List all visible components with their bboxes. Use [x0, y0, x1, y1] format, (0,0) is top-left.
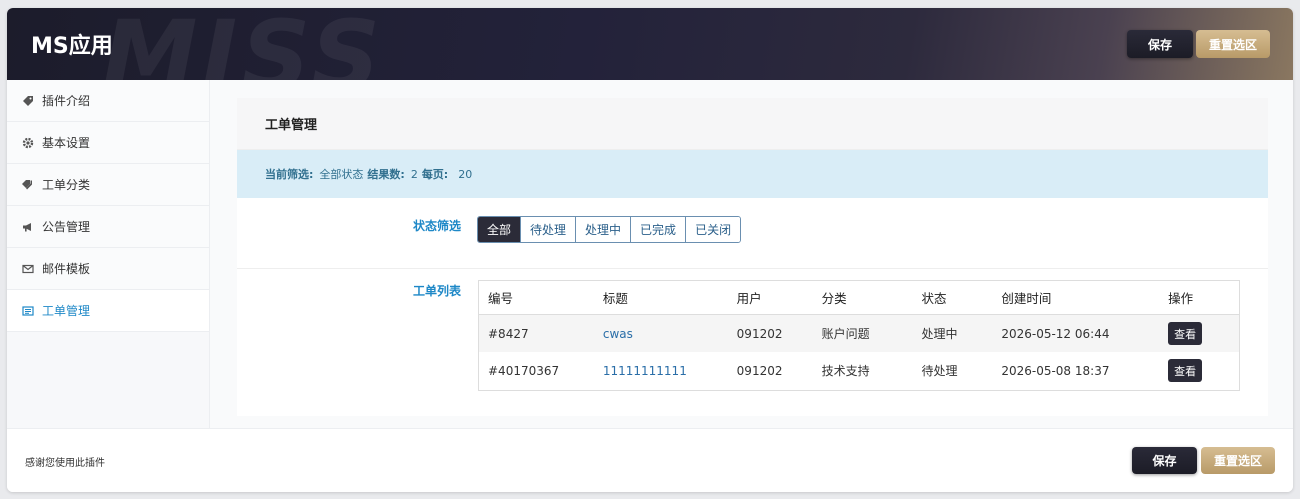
header-save-button[interactable]: 保存 [1127, 30, 1193, 58]
ticket-created: 2026-05-12 06:44 [1001, 326, 1110, 341]
ticket-id: #8427 [488, 326, 529, 341]
column-header-actions: 操作 [1168, 291, 1194, 306]
ticket-title-link[interactable]: 11111111111 [594, 364, 728, 378]
result-count-label: 结果数: [367, 168, 405, 181]
status-filter-pending[interactable]: 待处理 [520, 217, 576, 242]
site-watermark: 92ea.cc [1203, 473, 1266, 491]
app-window: MISS MS应用 保存 重置选区 插件介绍 基本设置 工单分类 公告管理 邮件… [7, 8, 1293, 492]
column-header-category: 分类 [821, 291, 847, 306]
ticket-list-label: 工单列表 [413, 284, 462, 298]
envelope-icon [22, 263, 34, 275]
sidebar-item-announcements[interactable]: 公告管理 [7, 206, 209, 248]
column-header-title: 标题 [602, 291, 628, 306]
ticket-actions: 查看 [1159, 322, 1239, 345]
sidebar-item-ticket-categories[interactable]: 工单分类 [7, 164, 209, 206]
header-background-word: MISS [102, 8, 385, 80]
status-filter-in-progress[interactable]: 处理中 [575, 217, 631, 242]
ticket-status: 处理中 [921, 327, 958, 341]
main-content: 工单管理 当前筛选: 全部状态 结果数: 2 每页: 20 状态筛选 全部 待处… [210, 80, 1293, 428]
result-count-value: 2 [410, 167, 418, 181]
panel-title: 工单管理 [237, 98, 1268, 150]
ticket-management-panel: 工单管理 当前筛选: 全部状态 结果数: 2 每页: 20 状态筛选 全部 待处… [237, 98, 1268, 416]
view-ticket-button[interactable]: 查看 [1168, 359, 1203, 382]
ticket-title-link[interactable]: cwas [594, 327, 728, 341]
status-filter-completed[interactable]: 已完成 [630, 217, 686, 242]
ticket-table: 编号 标题 用户 分类 状态 创建时间 操作 #8427 cwas 091202… [478, 280, 1240, 391]
filter-info-bar: 当前筛选: 全部状态 结果数: 2 每页: 20 [237, 150, 1268, 198]
column-header-status: 状态 [921, 291, 947, 306]
current-filter-label: 当前筛选: [265, 168, 314, 181]
per-page-label: 每页: [421, 168, 449, 181]
column-header-id: 编号 [488, 291, 514, 306]
app-header: MISS MS应用 保存 重置选区 [7, 8, 1293, 80]
ticket-user: 091202 [736, 326, 783, 341]
sidebar-item-basic-settings[interactable]: 基本设置 [7, 122, 209, 164]
section-divider [237, 268, 1268, 269]
ticket-status: 待处理 [921, 364, 958, 378]
current-filter-value: 全部状态 [319, 168, 364, 181]
sidebar-item-label: 基本设置 [42, 136, 91, 150]
status-filter-all[interactable]: 全部 [478, 217, 521, 242]
sidebar-item-label: 工单分类 [42, 178, 91, 192]
tag-icon [22, 95, 34, 107]
ticket-actions: 查看 [1159, 359, 1239, 382]
sidebar-item-label: 公告管理 [42, 220, 91, 234]
per-page-value: 20 [458, 167, 473, 181]
ticket-category: 技术支持 [821, 364, 870, 378]
table-row: #8427 cwas 091202 账户问题 处理中 2026-05-12 06… [479, 315, 1239, 352]
megaphone-icon [22, 221, 34, 233]
status-filter-label: 状态筛选 [413, 219, 462, 233]
list-icon [22, 305, 34, 317]
ticket-id: #40170367 [488, 363, 560, 378]
app-footer: 感谢您使用此插件 保存 重置选区 92ea.cc [7, 428, 1293, 492]
header-reset-button[interactable]: 重置选区 [1196, 30, 1270, 58]
ticket-created: 2026-05-08 18:37 [1001, 363, 1110, 378]
sidebar-item-label: 邮件模板 [42, 262, 91, 276]
table-row: #40170367 11111111111 091202 技术支持 待处理 20… [479, 352, 1239, 389]
app-title: MS应用 [31, 34, 113, 59]
column-header-created: 创建时间 [1001, 291, 1052, 306]
view-ticket-button[interactable]: 查看 [1168, 322, 1203, 345]
sidebar-item-email-templates[interactable]: 邮件模板 [7, 248, 209, 290]
sidebar: 插件介绍 基本设置 工单分类 公告管理 邮件模板 工单管理 [7, 80, 210, 428]
sidebar-item-label: 工单管理 [42, 304, 91, 318]
tags-icon [22, 179, 34, 191]
footer-reset-button[interactable]: 重置选区 [1201, 447, 1275, 474]
ticket-user: 091202 [736, 363, 783, 378]
thanks-note: 感谢您使用此插件 [25, 458, 105, 469]
table-header-row: 编号 标题 用户 分类 状态 创建时间 操作 [479, 281, 1239, 315]
sidebar-item-label: 插件介绍 [42, 94, 91, 108]
status-filter-group: 全部 待处理 处理中 已完成 已关闭 [477, 216, 742, 243]
footer-save-button[interactable]: 保存 [1132, 447, 1197, 474]
sidebar-item-plugin-intro[interactable]: 插件介绍 [7, 80, 209, 122]
sidebar-item-ticket-management[interactable]: 工单管理 [7, 290, 209, 332]
ticket-category: 账户问题 [821, 327, 870, 341]
status-filter-closed[interactable]: 已关闭 [685, 217, 741, 242]
column-header-user: 用户 [736, 291, 762, 306]
gear-icon [22, 137, 34, 149]
